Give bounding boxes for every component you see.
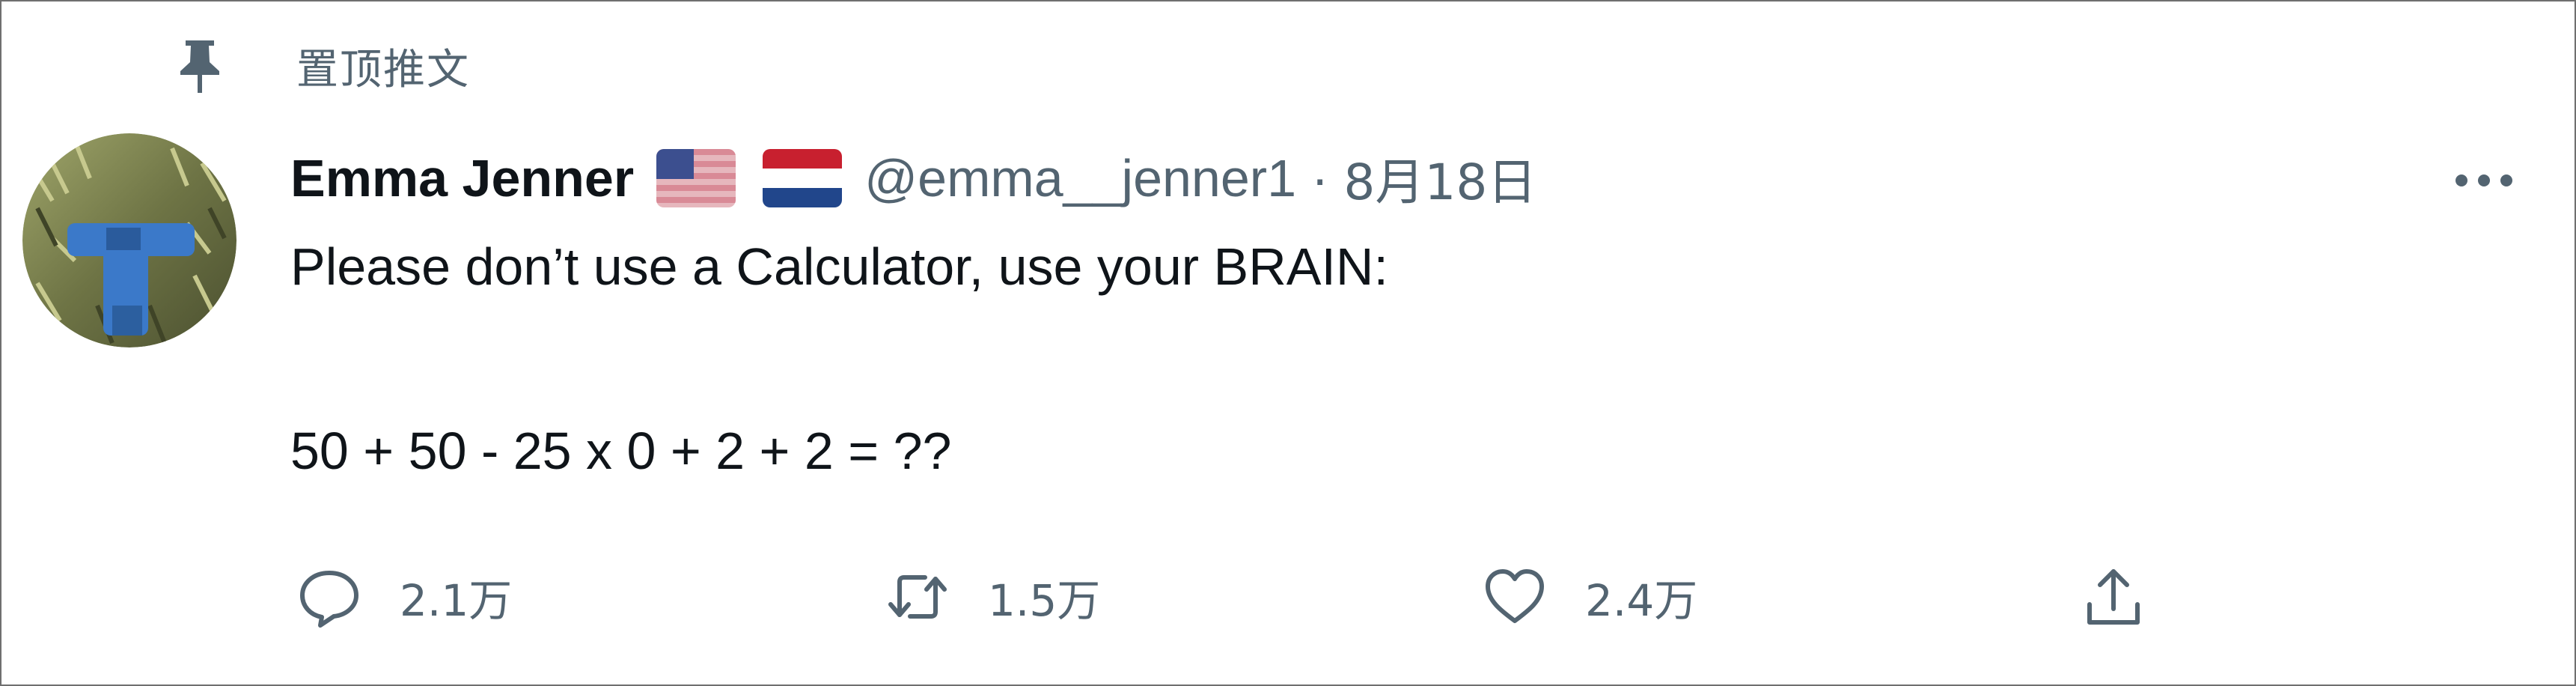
- reply-count: 2.1万: [400, 575, 513, 626]
- retweet-icon: [888, 575, 947, 619]
- pinned-label: 置顶推文: [296, 45, 470, 94]
- us-flag-icon: [656, 149, 736, 207]
- author-name[interactable]: Emma Jenner: [290, 148, 634, 208]
- like-count: 2.4万: [1585, 575, 1698, 626]
- like-button[interactable]: 2.4万: [1480, 556, 1697, 638]
- retweet-count: 1.5万: [988, 575, 1101, 626]
- reply-button[interactable]: 2.1万: [295, 556, 512, 638]
- more-options-dot: [2478, 174, 2490, 186]
- retweet-button[interactable]: 1.5万: [883, 556, 1100, 638]
- share-button[interactable]: [2079, 556, 2148, 638]
- pin-icon: [180, 40, 219, 93]
- share-icon: [2087, 569, 2140, 625]
- heart-icon: [1486, 569, 1544, 623]
- author-handle[interactable]: @emma__jenner1: [864, 148, 1296, 208]
- more-options-icon: [2456, 174, 2467, 186]
- timestamp[interactable]: 8月18日: [1343, 142, 1536, 214]
- tweet-text-line1: Please don’t use a Calculator, use your …: [290, 237, 1388, 296]
- tweet-card[interactable]: 置顶推文 Emma Jenner @emma__jenner1 · 8月18日 …: [0, 0, 2576, 686]
- tweet-text-line2: 50 + 50 - 25 x 0 + 2 + 2 = ??: [290, 422, 952, 480]
- separator: ·: [1311, 149, 1329, 207]
- more-options-button[interactable]: [2443, 156, 2525, 205]
- reply-icon: [300, 571, 358, 628]
- avatar[interactable]: [22, 133, 236, 347]
- pinned-indicator: 置顶推文: [174, 34, 470, 97]
- netherlands-flag-icon: [763, 149, 843, 207]
- tweet-header: Emma Jenner @emma__jenner1 · 8月18日: [290, 141, 1536, 216]
- more-options-dot: [2500, 174, 2512, 186]
